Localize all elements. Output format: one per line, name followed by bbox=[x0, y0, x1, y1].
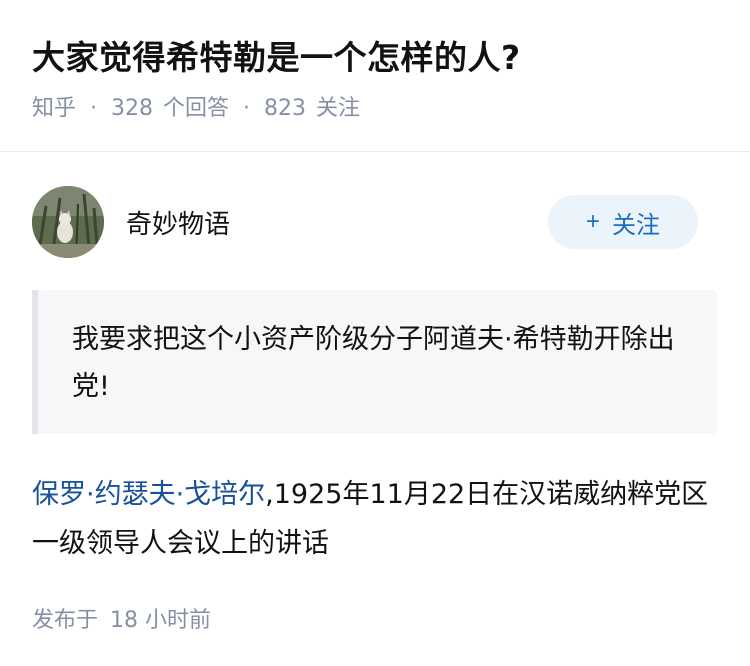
citation-paragraph: 保罗·约瑟夫·戈培尔,1925年11月22日在汉诺威纳粹党区一级领导人会议上的讲… bbox=[32, 470, 718, 568]
meta-separator: · bbox=[90, 96, 98, 121]
blockquote: 我要求把这个小资产阶级分子阿道夫·希特勒开除出党! bbox=[32, 290, 718, 434]
answer-card: 奇妙物语 + 关注 我要求把这个小资产阶级分子阿道夫·希特勒开除出党! 保罗·约… bbox=[0, 152, 750, 634]
follow-count-label: 关注 bbox=[316, 96, 361, 121]
author-row: 奇妙物语 + 关注 bbox=[32, 152, 718, 290]
answer-count-label: 个回答 bbox=[163, 96, 230, 121]
plus-icon: + bbox=[585, 208, 600, 235]
source-label[interactable]: 知乎 bbox=[32, 94, 76, 124]
question-meta: 知乎 · 328 个回答 · 823 关注 bbox=[32, 94, 718, 124]
question-title[interactable]: 大家觉得希特勒是一个怎样的人? bbox=[32, 34, 718, 82]
quote-text: 我要求把这个小资产阶级分子阿道夫·希特勒开除出党! bbox=[72, 324, 675, 402]
question-header: 大家觉得希特勒是一个怎样的人? 知乎 · 328 个回答 · 823 关注 bbox=[0, 0, 750, 152]
publish-label: 发布于 bbox=[32, 608, 99, 633]
citation-link[interactable]: 保罗·约瑟夫·戈培尔 bbox=[32, 479, 265, 510]
author-avatar[interactable] bbox=[32, 186, 104, 258]
follow-author-button[interactable]: + 关注 bbox=[548, 195, 698, 249]
publish-time: 发布于 18 小时前 bbox=[32, 602, 718, 634]
follow-button-label: 关注 bbox=[612, 211, 660, 239]
author-name[interactable]: 奇妙物语 bbox=[126, 204, 548, 241]
answer-count: 328 bbox=[111, 96, 154, 121]
publish-value: 18 小时前 bbox=[110, 608, 212, 633]
cat-photo-avatar-icon bbox=[32, 186, 104, 258]
meta-separator: · bbox=[243, 96, 251, 121]
follow-count: 823 bbox=[264, 96, 307, 121]
